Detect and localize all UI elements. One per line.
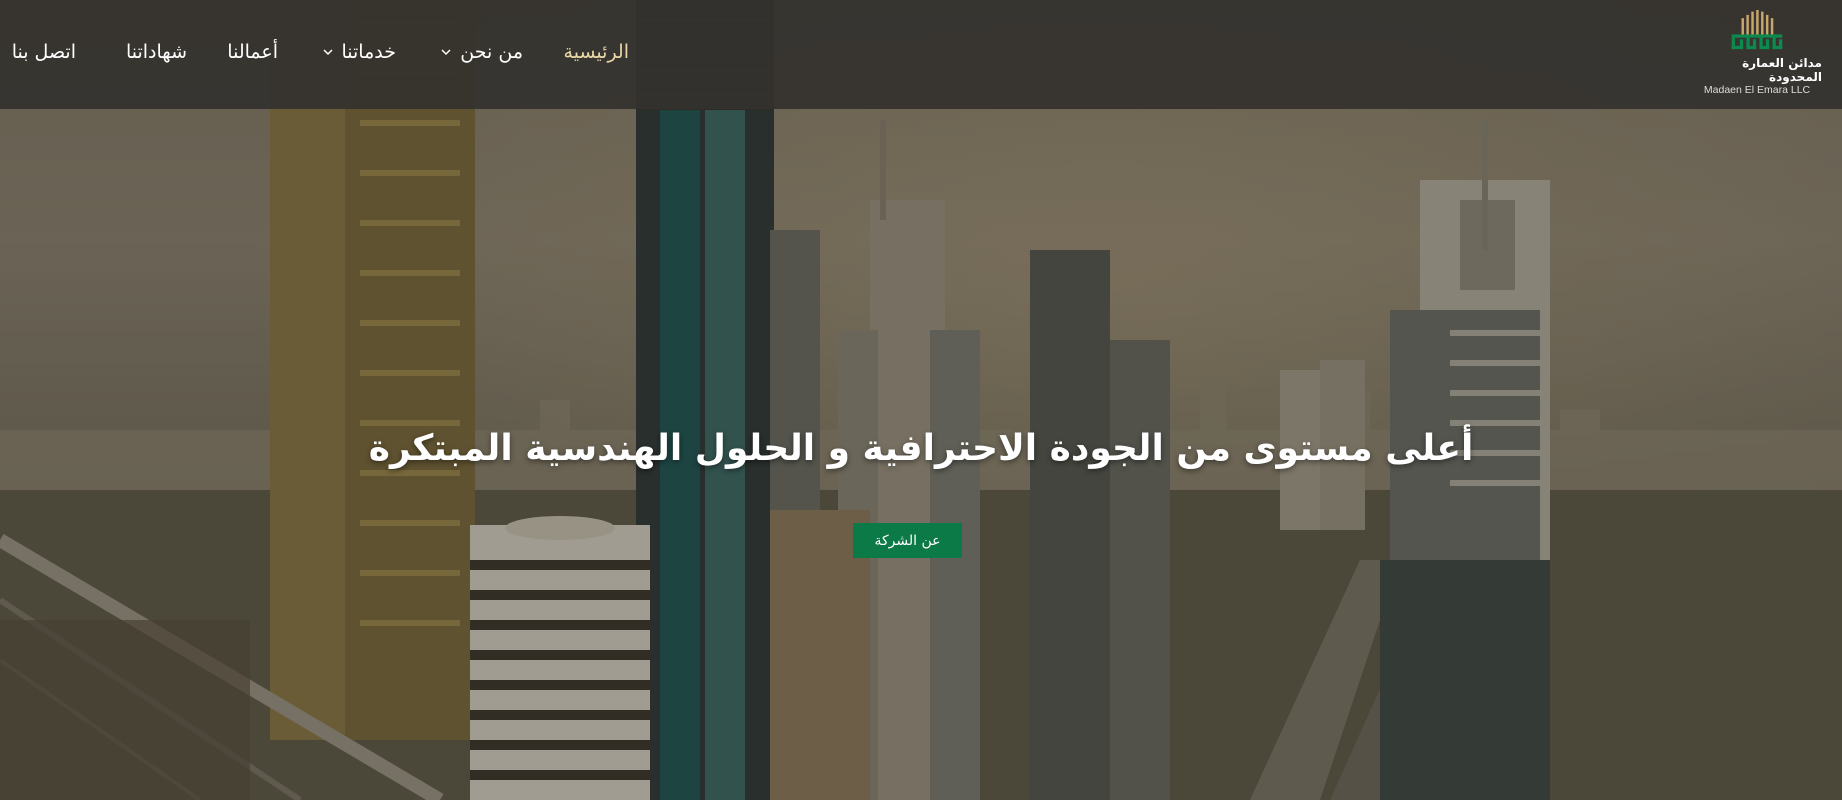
brand-name-arabic: مدائن العمارة المحدودة (1742, 56, 1822, 84)
nav-contact-wrap: اتصل بنا (12, 0, 76, 104)
hero-headline: أعلى مستوى من الجودة الاحترافية و الحلول… (368, 428, 1474, 469)
hero-section: مدائن العمارة المحدودة Madaen El Emara L… (0, 0, 1842, 800)
chevron-down-icon (322, 49, 333, 56)
building-logo-icon (1731, 10, 1783, 50)
site-header: مدائن العمارة المحدودة Madaen El Emara L… (0, 0, 1842, 109)
nav-item-services[interactable]: خدماتنا (322, 41, 397, 63)
nav-testimonials-wrap: شهاداتنا (126, 0, 187, 104)
nav-item-works[interactable]: أعمالنا (227, 41, 278, 63)
hero-dark-overlay (0, 0, 1842, 800)
brand-logo[interactable]: مدائن العمارة المحدودة Madaen El Emara L… (1692, 10, 1822, 96)
nav-item-label: شهاداتنا (125, 41, 187, 63)
main-navigation: الرئيسية (564, 0, 629, 104)
nav-item-label: خدماتنا (341, 41, 397, 63)
brand-name-english: Madaen El Emara LLC (1703, 84, 1811, 96)
nav-item-label: الرئيسية (563, 41, 629, 63)
nav-item-contact[interactable]: اتصل بنا (12, 41, 76, 63)
nav-item-testimonials[interactable]: شهاداتنا (126, 41, 187, 63)
about-company-button[interactable]: عن الشركة (853, 523, 962, 558)
nav-about-wrap: من نحن (440, 0, 523, 104)
chevron-down-icon (441, 49, 451, 56)
nav-works-wrap: أعمالنا (227, 0, 278, 104)
nav-item-about[interactable]: من نحن (440, 41, 523, 63)
nav-item-label: من نحن (460, 41, 523, 63)
nav-item-label: اتصل بنا (11, 41, 76, 63)
nav-item-home[interactable]: الرئيسية (564, 41, 629, 63)
nav-item-label: أعمالنا (227, 41, 278, 63)
nav-services-wrap: خدماتنا (322, 0, 397, 104)
